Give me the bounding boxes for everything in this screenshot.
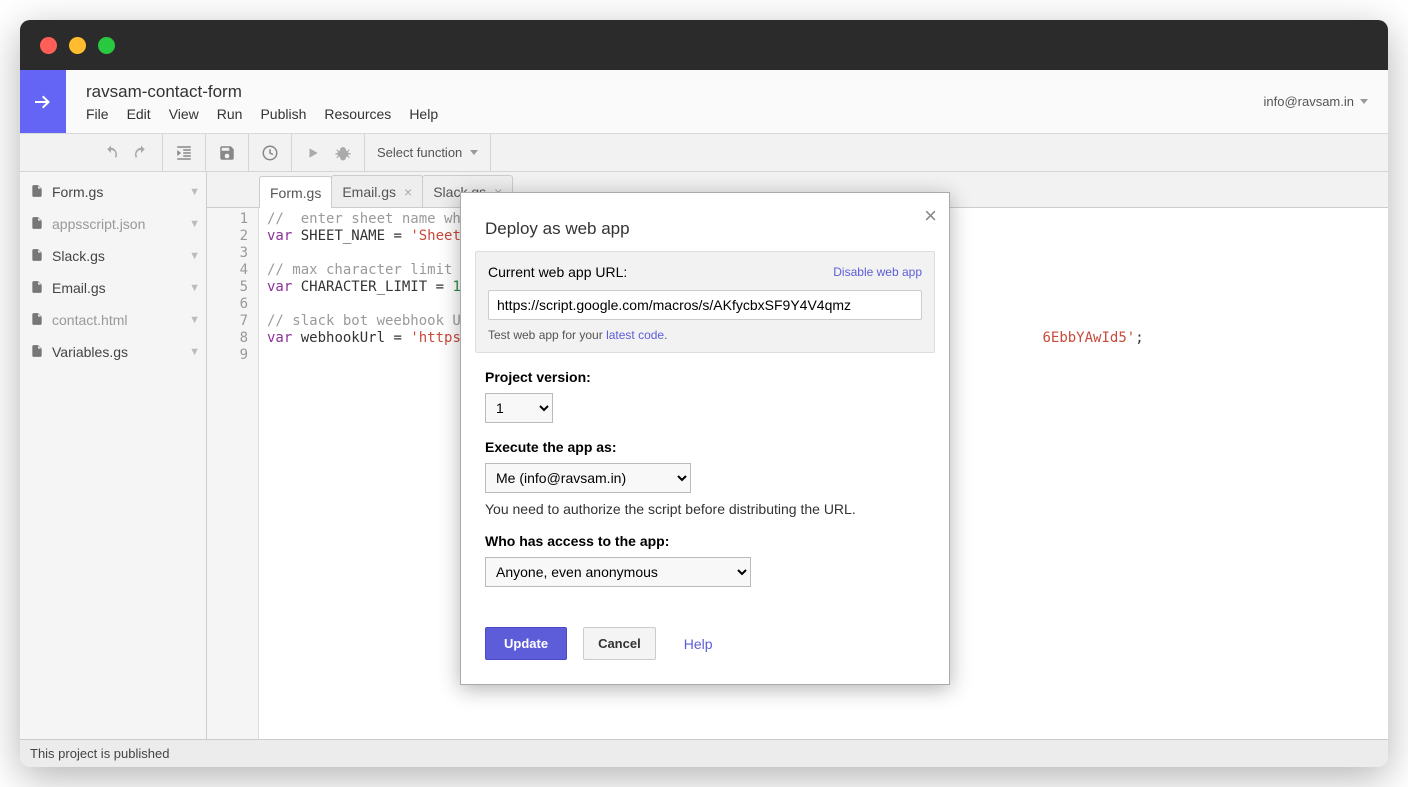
- play-icon: [306, 146, 320, 160]
- tab-label: Form.gs: [270, 185, 321, 201]
- close-window-button[interactable]: [40, 37, 57, 54]
- select-function-label: Select function: [377, 145, 462, 160]
- file-menu-caret[interactable]: ▼: [189, 346, 200, 358]
- file-item[interactable]: Email.gs ▼: [20, 272, 206, 304]
- select-function-dropdown[interactable]: Select function: [365, 134, 491, 171]
- disable-webapp-link[interactable]: Disable web app: [833, 265, 922, 279]
- access-section: Who has access to the app: Anyone, even …: [461, 517, 949, 587]
- statusbar: This project is published: [20, 739, 1388, 767]
- file-icon: [30, 344, 44, 361]
- version-label: Project version:: [485, 369, 925, 385]
- file-item[interactable]: Slack.gs ▼: [20, 240, 206, 272]
- triggers-button[interactable]: [255, 139, 285, 167]
- file-icon: [30, 280, 44, 297]
- save-icon: [218, 144, 236, 162]
- minimize-window-button[interactable]: [69, 37, 86, 54]
- titlebar: [20, 20, 1388, 70]
- file-item[interactable]: Form.gs ▼: [20, 176, 206, 208]
- app-window: ravsam-contact-form File Edit View Run Publi…: [20, 20, 1388, 767]
- menubar: File Edit View Run Publish Resources Help: [86, 106, 1263, 122]
- file-icon: [30, 312, 44, 329]
- tab[interactable]: Email.gs ×: [331, 175, 423, 207]
- menu-file[interactable]: File: [86, 106, 109, 122]
- access-select[interactable]: Anyone, even anonymous: [485, 557, 751, 587]
- webapp-url-input[interactable]: https://script.google.com/macros/s/AKfyc…: [488, 290, 922, 320]
- version-select[interactable]: 1: [485, 393, 553, 423]
- statusbar-text: This project is published: [30, 746, 169, 761]
- tab-label: Email.gs: [342, 184, 396, 200]
- menu-publish[interactable]: Publish: [260, 106, 306, 122]
- app-logo: [20, 70, 66, 133]
- toolbar: Select function: [20, 134, 1388, 172]
- help-link[interactable]: Help: [684, 636, 713, 652]
- file-menu-caret[interactable]: ▼: [189, 282, 200, 294]
- file-name: appsscript.json: [52, 216, 145, 232]
- user-menu[interactable]: info@ravsam.in: [1263, 70, 1388, 133]
- file-menu-caret[interactable]: ▼: [189, 314, 200, 326]
- file-icon: [30, 216, 44, 233]
- indent-button[interactable]: [169, 139, 199, 167]
- caret-down-icon: [1360, 99, 1368, 104]
- modal-title: Deploy as web app: [461, 193, 949, 251]
- sidebar: Form.gs▼appsscript.json▼Slack.gs▼Email.g…: [20, 172, 207, 739]
- fullscreen-window-button[interactable]: [98, 37, 115, 54]
- file-name: contact.html: [52, 312, 127, 328]
- caret-down-icon: [470, 150, 478, 155]
- redo-button[interactable]: [126, 139, 156, 167]
- user-email: info@ravsam.in: [1263, 94, 1354, 109]
- arrow-right-icon: [31, 90, 55, 114]
- save-button[interactable]: [212, 139, 242, 167]
- indent-icon: [175, 144, 193, 162]
- menu-view[interactable]: View: [169, 106, 199, 122]
- version-section: Project version: 1: [461, 353, 949, 423]
- file-icon: [30, 184, 44, 201]
- file-item[interactable]: contact.html ▼: [20, 304, 206, 336]
- undo-icon: [102, 144, 120, 162]
- file-item[interactable]: appsscript.json ▼: [20, 208, 206, 240]
- redo-icon: [132, 144, 150, 162]
- update-button[interactable]: Update: [485, 627, 567, 660]
- file-menu-caret[interactable]: ▼: [189, 186, 200, 198]
- debug-button[interactable]: [328, 139, 358, 167]
- tab[interactable]: Form.gs: [259, 176, 332, 208]
- authorize-hint: You need to authorize the script before …: [485, 501, 925, 517]
- execute-section: Execute the app as: Me (info@ravsam.in) …: [461, 423, 949, 517]
- run-button[interactable]: [298, 139, 328, 167]
- execute-as-select[interactable]: Me (info@ravsam.in): [485, 463, 691, 493]
- file-menu-caret[interactable]: ▼: [189, 218, 200, 230]
- gutter: 123456789: [207, 208, 259, 739]
- file-name: Form.gs: [52, 184, 103, 200]
- file-menu-caret[interactable]: ▼: [189, 250, 200, 262]
- cancel-button[interactable]: Cancel: [583, 627, 656, 660]
- menu-run[interactable]: Run: [217, 106, 243, 122]
- file-item[interactable]: Variables.gs ▼: [20, 336, 206, 368]
- deploy-modal: × Deploy as web app Current web app URL:…: [460, 192, 950, 685]
- execute-label: Execute the app as:: [485, 439, 925, 455]
- menu-edit[interactable]: Edit: [127, 106, 151, 122]
- undo-button[interactable]: [96, 139, 126, 167]
- modal-actions: Update Cancel Help: [461, 587, 949, 684]
- menu-help[interactable]: Help: [409, 106, 438, 122]
- menu-resources[interactable]: Resources: [324, 106, 391, 122]
- url-hint: Test web app for your latest code.: [488, 328, 922, 342]
- url-label: Current web app URL:: [488, 264, 627, 280]
- modal-close-button[interactable]: ×: [924, 203, 937, 229]
- modal-url-section: Current web app URL: Disable web app htt…: [475, 251, 935, 353]
- file-icon: [30, 248, 44, 265]
- header-main: ravsam-contact-form File Edit View Run Publi…: [66, 70, 1263, 133]
- app-header: ravsam-contact-form File Edit View Run Publi…: [20, 70, 1388, 134]
- latest-code-link[interactable]: latest code: [606, 328, 664, 342]
- file-name: Variables.gs: [52, 344, 128, 360]
- access-label: Who has access to the app:: [485, 533, 925, 549]
- file-name: Slack.gs: [52, 248, 105, 264]
- clock-icon: [261, 144, 279, 162]
- project-title[interactable]: ravsam-contact-form: [86, 82, 1263, 102]
- tab-close-icon[interactable]: ×: [404, 184, 412, 200]
- bug-icon: [334, 144, 352, 162]
- file-name: Email.gs: [52, 280, 106, 296]
